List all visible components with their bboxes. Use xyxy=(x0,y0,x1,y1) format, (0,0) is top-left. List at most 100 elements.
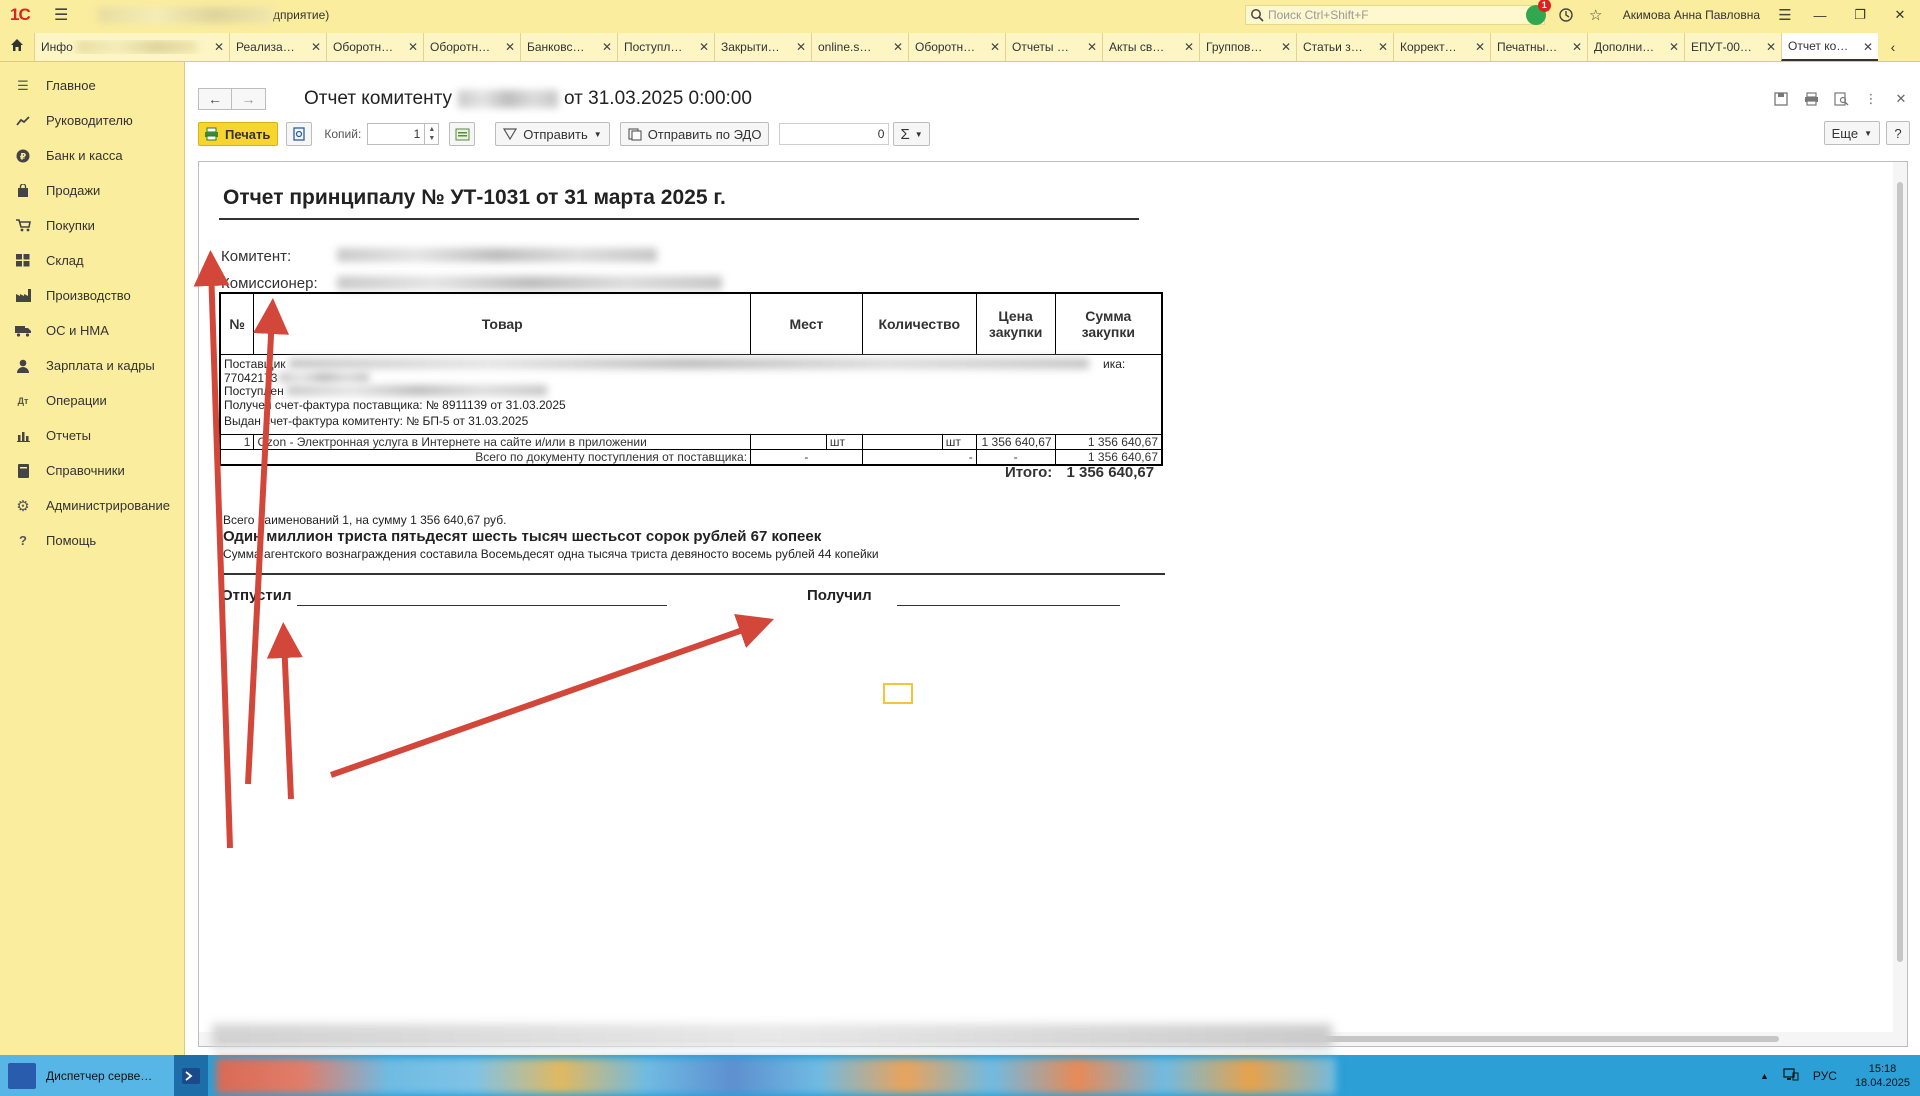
tab-16[interactable]: ЕПУТ-00… ✕ xyxy=(1684,33,1781,61)
send-edo-button[interactable]: Отправить по ЭДО xyxy=(619,122,770,146)
sidebar-item-warehouse[interactable]: Склад xyxy=(0,243,184,278)
sidebar-item-operations[interactable]: Дт Операции xyxy=(0,383,184,418)
tabs-more-chevron-icon[interactable]: ‹ xyxy=(1878,33,1908,61)
tab-15[interactable]: Дополни… ✕ xyxy=(1587,33,1684,61)
tab-close-icon[interactable]: ✕ xyxy=(699,40,709,54)
spin-down-icon[interactable]: ▼ xyxy=(428,134,435,143)
sum-button[interactable]: Σ ▼ xyxy=(893,122,930,146)
tab-0[interactable]: Инфо ✕ xyxy=(34,33,229,61)
sidebar-item-reports[interactable]: Отчеты xyxy=(0,418,184,453)
tab-close-icon[interactable]: ✕ xyxy=(1863,40,1873,54)
summary-count: Всего наименований 1, на сумму 1 356 640… xyxy=(223,513,507,527)
close-form-icon[interactable]: ✕ xyxy=(1886,88,1916,110)
tab-17-active[interactable]: Отчет ко… ✕ xyxy=(1781,33,1878,61)
selected-cell-marker[interactable] xyxy=(883,683,913,704)
tab-close-icon[interactable]: ✕ xyxy=(1766,40,1776,54)
tab-close-icon[interactable]: ✕ xyxy=(311,40,321,54)
komitent-label: Комитент: xyxy=(221,248,292,265)
more-button[interactable]: Еще ▼ xyxy=(1823,121,1880,145)
notifications-button[interactable]: 1 xyxy=(1521,0,1551,30)
forward-arrow-icon[interactable]: → xyxy=(232,88,266,110)
released-label: Отпустил xyxy=(221,587,292,604)
preview-icon[interactable] xyxy=(1826,88,1856,110)
tab-11[interactable]: Группов… ✕ xyxy=(1199,33,1296,61)
tab-close-icon[interactable]: ✕ xyxy=(1572,40,1582,54)
taskbar-powershell-icon[interactable] xyxy=(174,1055,208,1096)
tab-close-icon[interactable]: ✕ xyxy=(893,40,903,54)
tab-close-icon[interactable]: ✕ xyxy=(602,40,612,54)
spin-up-icon[interactable]: ▲ xyxy=(428,125,435,134)
sidebar-item-assets[interactable]: ОС и НМА xyxy=(0,313,184,348)
system-clock[interactable]: 15:18 18.04.2025 xyxy=(1855,1062,1910,1090)
main-menu-icon[interactable]: ☰ xyxy=(54,5,82,25)
spreadsheet-document[interactable]: Отчет принципалу № УТ-1031 от 31 марта 2… xyxy=(198,161,1908,1047)
restore-button[interactable]: ❐ xyxy=(1840,7,1880,23)
tab-close-icon[interactable]: ✕ xyxy=(214,40,224,54)
home-tab[interactable] xyxy=(0,29,34,61)
input-language[interactable]: РУС xyxy=(1813,1069,1837,1083)
tab-12[interactable]: Статьи з… ✕ xyxy=(1296,33,1393,61)
tab-9[interactable]: Отчеты … ✕ xyxy=(1005,33,1102,61)
tab-close-icon[interactable]: ✕ xyxy=(1475,40,1485,54)
minimize-button[interactable]: — xyxy=(1800,8,1840,23)
tab-13[interactable]: Коррект… ✕ xyxy=(1393,33,1490,61)
open-tabs-bar: Инфо ✕ Реализа… ✕ Оборотн… ✕ Оборотн… ✕ Банк… xyxy=(0,30,1920,62)
tab-4[interactable]: Банковс… ✕ xyxy=(520,33,617,61)
send-button[interactable]: Отправить ▼ xyxy=(495,122,610,146)
printer-icon[interactable] xyxy=(1796,88,1826,110)
sidebar-item-salary[interactable]: Зарплата и кадры xyxy=(0,348,184,383)
tray-expand-icon[interactable]: ▲ xyxy=(1760,1071,1769,1081)
sidebar-item-label: Покупки xyxy=(46,218,95,233)
tab-6[interactable]: Закрыти… ✕ xyxy=(714,33,811,61)
tab-close-icon[interactable]: ✕ xyxy=(1281,40,1291,54)
save-icon[interactable] xyxy=(1766,88,1796,110)
print-settings-button[interactable] xyxy=(449,122,476,146)
sidebar-item-bank[interactable]: ₽ Банк и касса xyxy=(0,138,184,173)
vertical-scrollbar[interactable] xyxy=(1893,162,1907,1046)
user-name[interactable]: Акимова Анна Павловна xyxy=(1623,8,1760,22)
supplier-line-2: 77042173 xyxy=(224,370,278,385)
network-icon[interactable] xyxy=(1783,1067,1799,1084)
sidebar-item-help[interactable]: ? Помощь xyxy=(0,523,184,558)
tab-10[interactable]: Акты св… ✕ xyxy=(1102,33,1199,61)
more-vertical-icon[interactable]: ⋮ xyxy=(1856,88,1886,110)
col-sum: Сумма закупки xyxy=(1054,292,1163,355)
help-button[interactable]: ? xyxy=(1886,121,1910,145)
tab-close-icon[interactable]: ✕ xyxy=(505,40,515,54)
tab-close-icon[interactable]: ✕ xyxy=(1184,40,1194,54)
tab-close-icon[interactable]: ✕ xyxy=(1669,40,1679,54)
sidebar-item-sales[interactable]: Продажи xyxy=(0,173,184,208)
tab-3[interactable]: Оборотн… ✕ xyxy=(423,33,520,61)
sidebar-item-manager[interactable]: Руководителю xyxy=(0,103,184,138)
tab-7[interactable]: online.s… ✕ xyxy=(811,33,908,61)
tab-2[interactable]: Оборотн… ✕ xyxy=(326,33,423,61)
tab-14[interactable]: Печатны… ✕ xyxy=(1490,33,1587,61)
tab-close-icon[interactable]: ✕ xyxy=(990,40,1000,54)
copies-spinner[interactable]: ▲ ▼ xyxy=(425,123,440,145)
close-window-button[interactable]: ✕ xyxy=(1880,7,1920,23)
blurred-tab-text xyxy=(76,40,197,54)
history-icon[interactable] xyxy=(1551,0,1581,30)
sidebar-item-main[interactable]: ☰ Главное xyxy=(0,68,184,103)
tab-8[interactable]: Оборотн… ✕ xyxy=(908,33,1005,61)
back-arrow-icon[interactable]: ← xyxy=(198,88,232,110)
tab-close-icon[interactable]: ✕ xyxy=(408,40,418,54)
tab-close-icon[interactable]: ✕ xyxy=(1087,40,1097,54)
sidebar-item-admin[interactable]: ⚙ Администрирование xyxy=(0,488,184,523)
tab-close-icon[interactable]: ✕ xyxy=(796,40,806,54)
taskbar-server-manager[interactable]: Диспетчер серве… xyxy=(0,1055,174,1096)
document-header: ← → Отчет комитенту от 31.03.2025 0:00:0… xyxy=(198,88,752,110)
global-search-input[interactable]: Поиск Ctrl+Shift+F xyxy=(1245,5,1545,25)
tab-close-icon[interactable]: ✕ xyxy=(1378,40,1388,54)
favorites-star-icon[interactable]: ☆ xyxy=(1581,0,1611,30)
settings-lines-icon[interactable]: ☰ xyxy=(1770,0,1800,30)
tab-5[interactable]: Поступл… ✕ xyxy=(617,33,714,61)
sidebar-item-directories[interactable]: Справочники xyxy=(0,453,184,488)
sidebar-item-purchases[interactable]: Покупки xyxy=(0,208,184,243)
sidebar-item-production[interactable]: Производство xyxy=(0,278,184,313)
vertical-scroll-thumb[interactable] xyxy=(1897,182,1903,962)
tab-1[interactable]: Реализа… ✕ xyxy=(229,33,326,61)
print-button[interactable]: Печать xyxy=(198,122,279,146)
copies-input[interactable]: 1 xyxy=(367,123,426,145)
print-preview-button[interactable] xyxy=(286,122,313,146)
